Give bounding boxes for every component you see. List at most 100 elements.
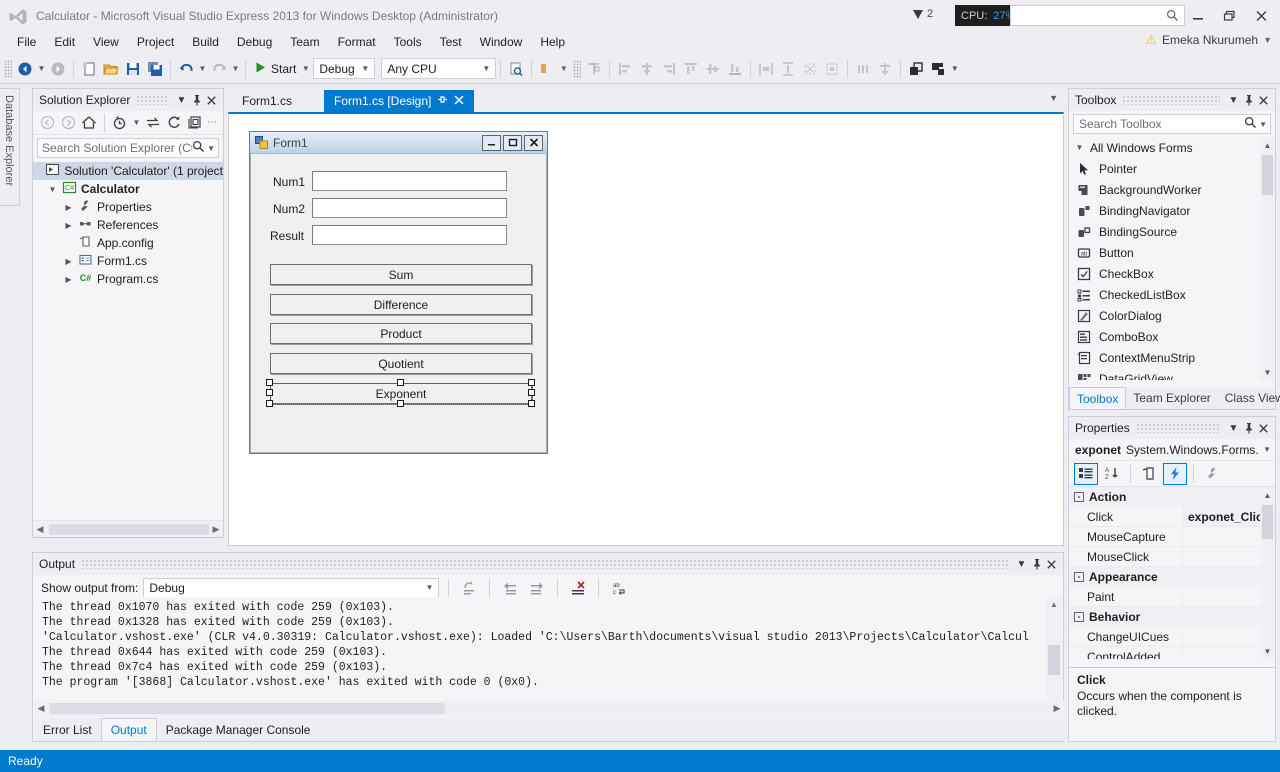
toolbox-item-bindingsource[interactable]: BindingSource <box>1069 221 1275 242</box>
tab-output[interactable]: Output <box>100 718 157 741</box>
toolbox-item-colordialog[interactable]: ColorDialog <box>1069 305 1275 326</box>
properties-page-icon[interactable] <box>1137 463 1161 485</box>
product-button[interactable]: Product <box>270 323 532 344</box>
property-group-action[interactable]: - Action <box>1069 487 1275 507</box>
num2-textbox[interactable] <box>312 198 507 218</box>
drag-handle[interactable] <box>81 559 1008 569</box>
menu-tools[interactable]: Tools <box>385 32 431 52</box>
property-row-mouseclick[interactable]: MouseClick <box>1069 547 1275 567</box>
pin-icon[interactable] <box>437 94 448 108</box>
send-to-back-icon[interactable] <box>927 58 949 80</box>
scroll-thumb[interactable] <box>1262 505 1273 539</box>
alphabetical-sort-icon[interactable]: AZ <box>1100 463 1124 485</box>
windows-forms-designer-surface[interactable]: Form1 Num1 Num2 Result Sum Difference Pr… <box>228 112 1064 546</box>
pin-icon[interactable] <box>1029 555 1044 573</box>
start-dropdown[interactable]: ▼ <box>300 58 311 80</box>
pending-changes-icon[interactable] <box>110 113 130 133</box>
close-icon[interactable] <box>1256 91 1271 109</box>
toolbox-item-bindingnavigator[interactable]: BindingNavigator <box>1069 200 1275 221</box>
tree-item-solution[interactable]: Solution 'Calculator' (1 project <box>33 162 223 180</box>
resize-handle-top-center[interactable] <box>397 379 404 386</box>
tree-item-app-config[interactable]: App.config <box>33 234 223 252</box>
pin-icon[interactable] <box>189 91 204 109</box>
refresh-icon[interactable] <box>164 113 184 133</box>
toolbox-group-all-windows-forms[interactable]: ▼ All Windows Forms <box>1069 137 1275 158</box>
tree-item-references[interactable]: ▶ References <box>33 216 223 234</box>
scroll-thumb[interactable] <box>1048 645 1060 675</box>
menu-file[interactable]: File <box>8 32 45 52</box>
restore-button[interactable] <box>1216 6 1242 26</box>
tab-overflow-chevron-down-icon[interactable]: ▼ <box>1049 93 1058 103</box>
scroll-up-icon[interactable]: ▲ <box>1046 597 1062 612</box>
home-icon[interactable] <box>79 113 99 133</box>
toolbar-overflow-icon[interactable]: ▼ <box>949 58 960 80</box>
toggle-word-wrap-icon[interactable]: ab c <box>608 577 630 599</box>
start-debugging-button[interactable]: Start <box>250 58 300 80</box>
property-group-behavior[interactable]: - Behavior <box>1069 607 1275 627</box>
expanded-triangle-icon[interactable]: ▼ <box>1074 142 1085 153</box>
chevron-down-icon[interactable]: ▼ <box>1014 555 1029 573</box>
toolbox-vscrollbar[interactable]: ▲ ▼ <box>1260 137 1275 380</box>
form-close-button[interactable] <box>524 134 543 151</box>
tree-item-properties[interactable]: ▶ Properties <box>33 198 223 216</box>
chevron-down-icon[interactable]: ▼ <box>1263 445 1271 454</box>
result-textbox[interactable] <box>312 225 507 245</box>
menu-project[interactable]: Project <box>128 32 183 52</box>
output-text-area[interactable]: The thread 0x1070 has exited with code 2… <box>34 597 1046 715</box>
menu-window[interactable]: Window <box>471 32 532 52</box>
find-in-files-icon[interactable] <box>505 58 527 80</box>
expander-expanded-icon[interactable]: ▼ <box>47 184 58 195</box>
scroll-left-icon[interactable]: ◀ <box>34 703 48 714</box>
account-menu[interactable]: ⚠ Emeka Nkurumeh ▼ <box>1145 32 1272 48</box>
tree-item-project-calculator[interactable]: ▼ C# Calculator <box>33 180 223 198</box>
categorized-view-icon[interactable] <box>1074 462 1098 485</box>
search-solution-explorer-input[interactable]: Search Solution Explorer (Ctrl ▼ <box>37 138 219 158</box>
expander-collapsed-icon[interactable]: ▶ <box>63 202 74 213</box>
search-icon[interactable] <box>192 140 205 156</box>
menu-format[interactable]: Format <box>329 32 385 52</box>
resize-handle-bottom-center[interactable] <box>397 400 404 407</box>
scroll-right-icon[interactable]: ▶ <box>209 524 223 535</box>
collapse-icon[interactable]: - <box>1074 572 1084 582</box>
scroll-right-icon[interactable]: ▶ <box>1050 703 1064 714</box>
resize-handle-top-left[interactable] <box>266 379 273 386</box>
resize-handle-middle-right[interactable] <box>528 389 535 396</box>
open-file-icon[interactable] <box>100 58 122 80</box>
tab-error-list[interactable]: Error List <box>34 718 101 741</box>
new-item-icon[interactable] <box>78 58 100 80</box>
resize-handle-bottom-right[interactable] <box>528 400 535 407</box>
undo-icon[interactable] <box>175 58 197 80</box>
tab-class-view[interactable]: Class View <box>1218 387 1280 409</box>
tree-item-program-cs[interactable]: ▶ C# Program.cs <box>33 270 223 288</box>
close-icon[interactable] <box>204 91 219 109</box>
chevron-down-icon[interactable]: ▼ <box>174 91 189 109</box>
toolbox-item-pointer[interactable]: Pointer <box>1069 158 1275 179</box>
toolbox-item-contextmenustrip[interactable]: ContextMenuStrip <box>1069 347 1275 368</box>
toolbox-item-combobox[interactable]: ComboBox <box>1069 326 1275 347</box>
tree-item-form1-cs[interactable]: ▶ Form1.cs <box>33 252 223 270</box>
collapse-icon[interactable]: - <box>1074 612 1084 622</box>
save-all-icon[interactable] <box>144 58 166 80</box>
scroll-left-icon[interactable]: ◀ <box>33 524 47 535</box>
toolbox-item-backgroundworker[interactable]: BackgroundWorker <box>1069 179 1275 200</box>
quotient-button[interactable]: Quotient <box>270 353 532 374</box>
property-row-click[interactable]: Click exponet_Click <box>1069 507 1275 527</box>
sum-button[interactable]: Sum <box>270 264 532 285</box>
pending-changes-dropdown[interactable]: ▼ <box>131 112 142 134</box>
scroll-thumb[interactable] <box>1262 155 1273 195</box>
menu-build[interactable]: Build <box>183 32 228 52</box>
property-row-paint[interactable]: Paint <box>1069 587 1275 607</box>
menu-view[interactable]: View <box>84 32 128 52</box>
menu-help[interactable]: Help <box>531 32 574 52</box>
sync-with-active-document-icon[interactable] <box>143 113 163 133</box>
properties-vscrollbar[interactable]: ▲ ▼ <box>1260 487 1275 659</box>
scroll-up-icon[interactable]: ▲ <box>1260 487 1275 503</box>
database-explorer-dock-tab[interactable]: Database Explorer <box>0 88 20 206</box>
scroll-track[interactable] <box>48 703 1050 714</box>
form-maximize-button[interactable] <box>503 134 522 151</box>
clear-all-icon[interactable] <box>567 577 589 599</box>
form-client-area[interactable]: Num1 Num2 Result Sum Difference Product … <box>250 154 547 453</box>
tab-form1-cs-design[interactable]: Form1.cs [Design] <box>324 90 475 112</box>
solution-explorer-hscrollbar[interactable]: ◀ ▶ <box>33 520 223 537</box>
expander-collapsed-icon[interactable]: ▶ <box>63 256 74 267</box>
